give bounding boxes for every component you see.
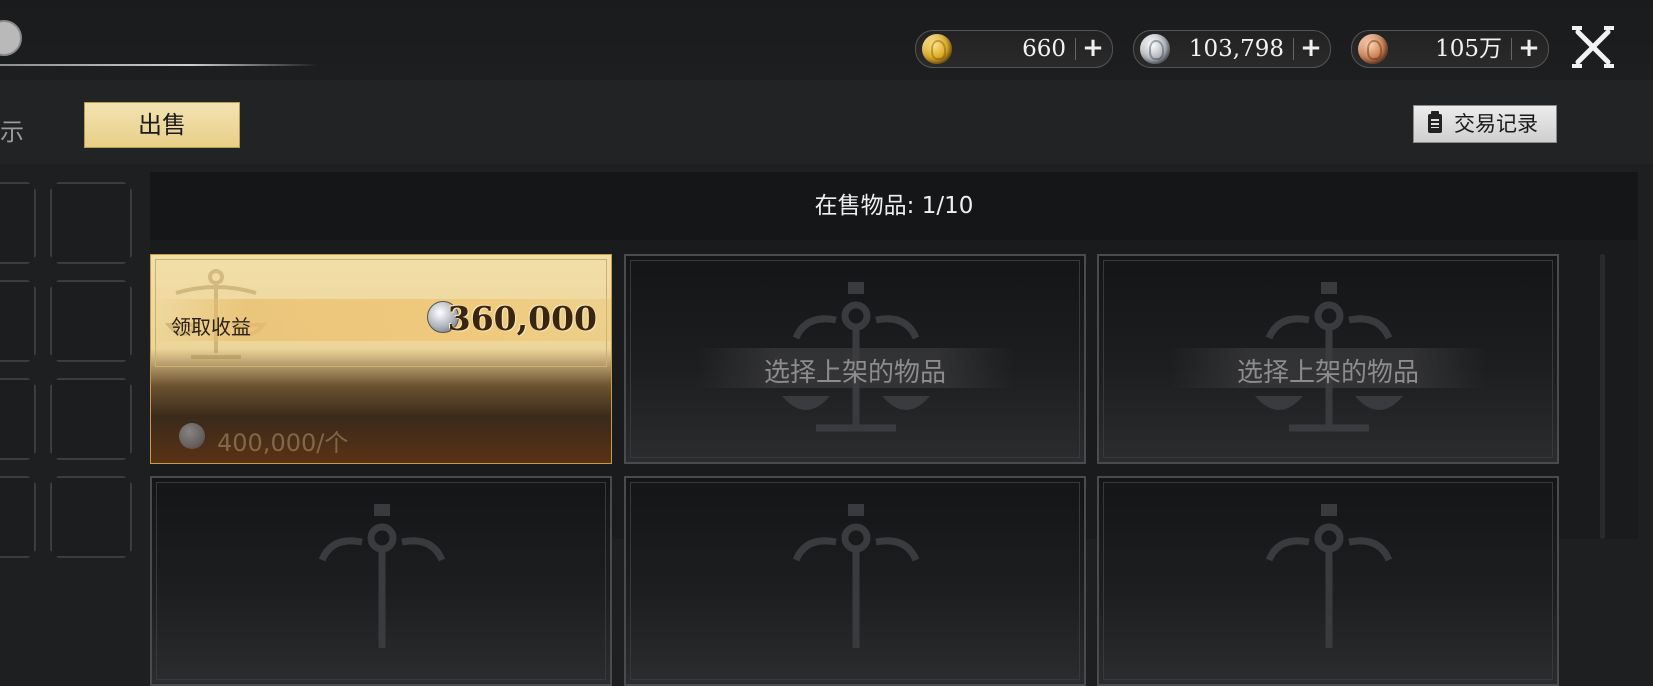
empty-listing-slot[interactable] bbox=[150, 476, 612, 686]
separator bbox=[1075, 38, 1076, 60]
sold-listing-slot[interactable]: 领取收益 360,000 400,000/个 bbox=[150, 254, 612, 464]
gold-currency-widget: 660 + bbox=[915, 30, 1113, 68]
empty-listing-slot[interactable]: 选择上架的物品 bbox=[624, 254, 1086, 464]
trade-log-label: 交易记录 bbox=[1454, 112, 1538, 136]
silver-coin-icon bbox=[1140, 34, 1170, 64]
scale-icon bbox=[1265, 504, 1393, 648]
empty-listing-slot[interactable] bbox=[624, 476, 1086, 686]
tab-sell[interactable]: 出售 bbox=[84, 102, 240, 148]
separator bbox=[1293, 38, 1294, 60]
inventory-slot[interactable] bbox=[0, 280, 36, 362]
inventory-slot[interactable] bbox=[0, 476, 36, 558]
clipboard-icon bbox=[1428, 111, 1442, 133]
bronze-currency-widget: 105万 + bbox=[1351, 30, 1549, 68]
claim-amount: 360,000 bbox=[447, 299, 597, 338]
bronze-amount: 105万 bbox=[1435, 36, 1502, 62]
scrollbar[interactable] bbox=[1600, 254, 1605, 539]
scale-icon bbox=[792, 504, 920, 648]
separator bbox=[1511, 38, 1512, 60]
silver-currency-widget: 103,798 + bbox=[1133, 30, 1331, 68]
unit-price: 400,000/个 bbox=[217, 429, 349, 457]
add-gold-button[interactable]: + bbox=[1082, 35, 1104, 61]
silver-coin-icon bbox=[179, 423, 205, 449]
select-item-label: 选择上架的物品 bbox=[1236, 358, 1419, 388]
empty-listing-slot[interactable]: 选择上架的物品 bbox=[1097, 254, 1559, 464]
inventory-slot[interactable] bbox=[50, 182, 132, 264]
add-silver-button[interactable]: + bbox=[1300, 35, 1322, 61]
gold-coin-icon bbox=[922, 34, 952, 64]
bronze-coin-icon bbox=[1358, 34, 1388, 64]
inventory-slot[interactable] bbox=[50, 378, 132, 460]
scale-icon bbox=[318, 504, 446, 648]
add-bronze-button[interactable]: + bbox=[1518, 35, 1540, 61]
inventory-slot[interactable] bbox=[0, 182, 36, 264]
silver-amount: 103,798 bbox=[1188, 36, 1284, 62]
listing-header: 在售物品: 1/10 bbox=[150, 172, 1638, 240]
title-underline bbox=[0, 64, 318, 66]
inventory-slot[interactable] bbox=[50, 476, 132, 558]
tab-display[interactable]: 示 bbox=[0, 112, 24, 147]
inventory-slot[interactable] bbox=[50, 280, 132, 362]
empty-listing-slot[interactable] bbox=[1097, 476, 1559, 686]
tab-bar bbox=[0, 80, 1653, 164]
gold-amount: 660 bbox=[1022, 36, 1066, 62]
listing-count: 在售物品: 1/10 bbox=[814, 193, 974, 219]
close-icon[interactable] bbox=[1570, 24, 1616, 70]
trade-log-button[interactable]: 交易记录 bbox=[1413, 105, 1557, 143]
claim-label: 领取收益 bbox=[171, 315, 251, 339]
inventory-slot[interactable] bbox=[0, 378, 36, 460]
select-item-label: 选择上架的物品 bbox=[763, 358, 946, 388]
